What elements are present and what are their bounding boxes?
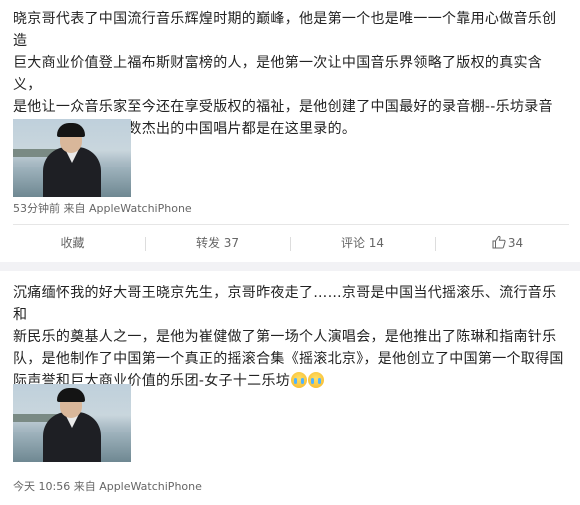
weibo-post-2: 沉痛缅怀我的好大哥王晓京先生，京哥昨夜走了……京哥是中国当代摇滚乐、流行音乐和 … <box>0 271 580 505</box>
person-hair <box>57 123 85 137</box>
thumbs-up-icon <box>492 235 506 249</box>
like-count: 34 <box>507 236 524 250</box>
weibo-post-1: 晓京哥代表了中国流行音乐辉煌时期的巅峰，他是第一个也是唯一一个靠用心做音乐创造 … <box>0 0 580 262</box>
post-text: 沉痛缅怀我的好大哥王晓京先生，京哥昨夜走了……京哥是中国当代摇滚乐、流行音乐和 … <box>13 285 564 389</box>
feed-separator <box>0 262 580 271</box>
action-bar: 收藏 转发 37 评论 14 34 <box>0 225 580 262</box>
person-hair <box>57 388 85 402</box>
post-meta: 53分钟前 来自 AppleWatchiPhone <box>13 202 192 215</box>
comment-button[interactable]: 评论 14 <box>290 225 435 262</box>
post-photo[interactable] <box>13 119 131 197</box>
post-meta: 今天 10:56 来自 AppleWatchiPhone <box>13 480 202 493</box>
crying-emoji-icon <box>308 372 325 388</box>
crying-emoji-icon <box>291 372 308 388</box>
forward-button[interactable]: 转发 37 <box>145 225 290 262</box>
like-button[interactable]: 34 <box>435 225 580 262</box>
post-text-container: 沉痛缅怀我的好大哥王晓京先生，京哥昨夜走了……京哥是中国当代摇滚乐、流行音乐和 … <box>13 282 569 392</box>
post-photo[interactable] <box>13 384 131 462</box>
favorite-button[interactable]: 收藏 <box>0 225 145 262</box>
